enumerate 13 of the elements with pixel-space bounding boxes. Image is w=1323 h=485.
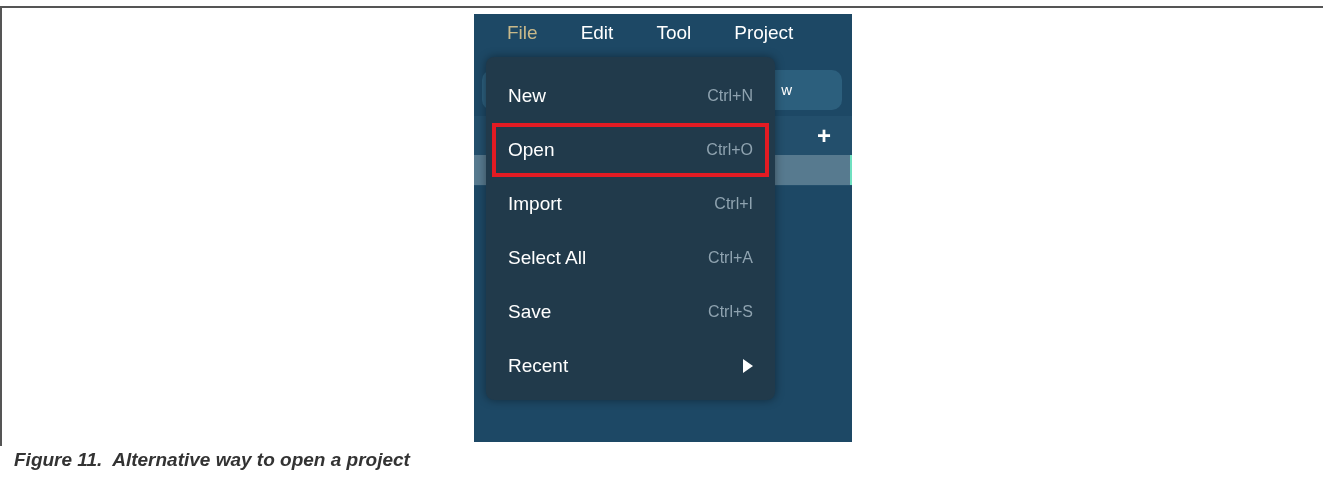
menu-bar-item[interactable]: Edit bbox=[571, 18, 623, 48]
menu-bar-item[interactable]: Tool bbox=[647, 18, 701, 48]
add-button[interactable]: + bbox=[817, 118, 831, 154]
menu-bar-item[interactable]: Project bbox=[725, 18, 803, 48]
menu-item[interactable]: Open Ctrl+O bbox=[492, 123, 769, 177]
menu-item[interactable]: Recent bbox=[492, 339, 769, 393]
menu-item[interactable]: Import Ctrl+I bbox=[492, 177, 769, 231]
menu-item[interactable]: New Ctrl+N bbox=[492, 69, 769, 123]
menu-item[interactable]: Select All Ctrl+A bbox=[492, 231, 769, 285]
figure-caption: Figure 11. Alternative way to open a project bbox=[14, 448, 410, 472]
menu-bar-item[interactable]: File bbox=[498, 18, 547, 48]
submenu-arrow-icon bbox=[743, 359, 753, 373]
menu-item[interactable]: Save Ctrl+S bbox=[492, 285, 769, 339]
